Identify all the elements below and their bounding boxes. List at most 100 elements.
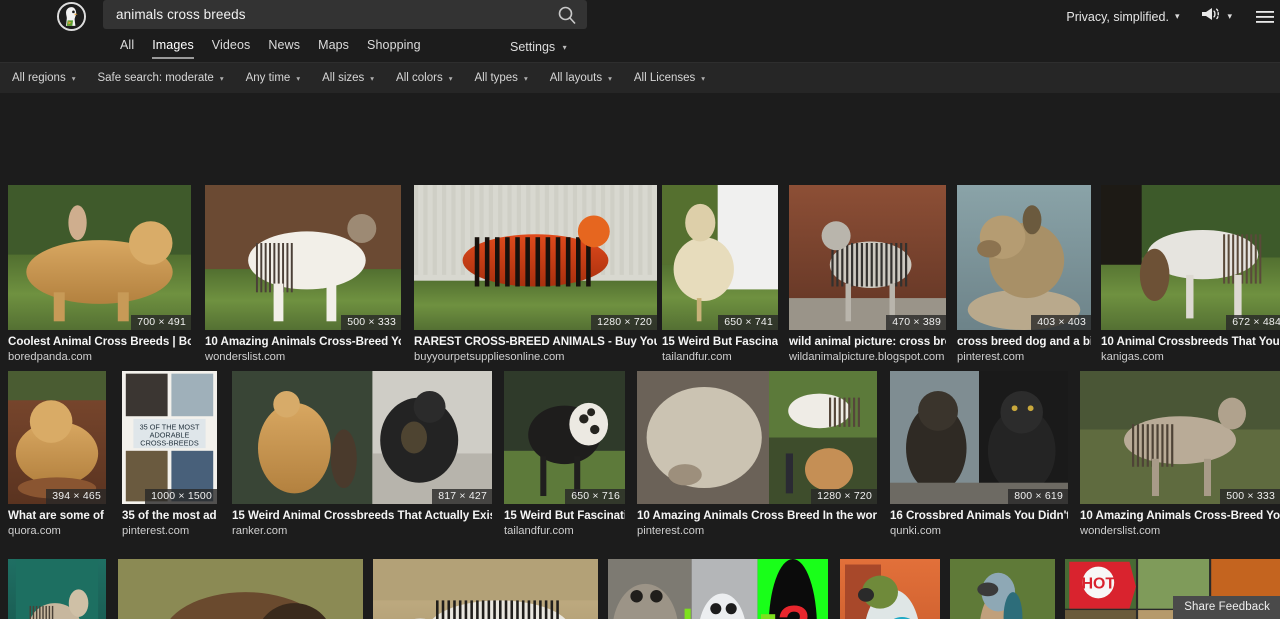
tab-all[interactable]: All [120, 38, 134, 57]
result-source-domain[interactable]: wonderslist.com [1080, 525, 1280, 537]
image-result-tile[interactable]: 403 × 403 cross breed dog and a bir... pin… [957, 185, 1091, 363]
image-result-tile[interactable]: 357 × 400 [840, 559, 940, 619]
image-result-tile[interactable]: 394 × 465 What are some of t... quora.com [8, 371, 106, 537]
result-source-domain[interactable]: wildanimalpicture.blogspot.com [789, 351, 946, 363]
result-title[interactable]: What are some of t... [8, 509, 106, 522]
result-source-domain[interactable]: tailandfur.com [504, 525, 625, 537]
result-thumbnail[interactable]: 403 × 403 [957, 185, 1091, 330]
result-source-domain[interactable]: pinterest.com [122, 525, 217, 537]
result-thumbnail[interactable]: 740 × 416 [373, 559, 598, 619]
result-thumbnail[interactable]: 650 × 292 [118, 559, 363, 619]
hamburger-menu-icon[interactable] [1256, 10, 1274, 24]
search-icon[interactable] [557, 5, 577, 25]
image-result-tile[interactable]: 500 × 752 [950, 559, 1055, 619]
result-thumbnail[interactable]: 35 OF THE MOST ADORABLE CROSS-BREEDS 1000… [122, 371, 217, 504]
result-thumbnail[interactable]: 680 × 844 [8, 559, 106, 619]
result-title[interactable]: 16 Crossbred Animals You Didn't Kn... [890, 509, 1068, 522]
result-source-domain[interactable]: pinterest.com [957, 351, 1091, 363]
result-title[interactable]: 35 of the most ad... [122, 509, 217, 522]
result-source-domain[interactable]: kanigas.com [1101, 351, 1280, 363]
image-result-tile[interactable]: 470 × 389 wild animal picture: cross bree… [789, 185, 946, 363]
result-title[interactable]: RAREST CROSS-BREED ANIMALS - Buy Your Pe… [414, 335, 657, 348]
chevron-down-icon: ▾ [448, 73, 453, 83]
tab-news[interactable]: News [268, 38, 300, 57]
megaphone-icon [1201, 7, 1221, 26]
result-thumbnail[interactable]: 394 × 465 [8, 371, 106, 504]
filter-layouts-label: All layouts [549, 72, 603, 84]
result-source-domain[interactable]: buyyourpetsuppliesonline.com [414, 351, 657, 363]
result-title[interactable]: Coolest Animal Cross Breeds | Bored ... [8, 335, 191, 348]
filter-colors-label: All colors [396, 72, 443, 84]
filter-sizes[interactable]: All sizes ▾ [322, 72, 374, 84]
result-title[interactable]: wild animal picture: cross breed... [789, 335, 946, 348]
image-result-tile[interactable]: 500 × 333 10 Amazing Animals Cross-Breed … [1080, 371, 1280, 537]
result-thumbnail[interactable]: 817 × 427 [232, 371, 492, 504]
result-title[interactable]: 15 Weird Animal Crossbreeds That Actuall… [232, 509, 492, 522]
tab-shopping[interactable]: Shopping [367, 38, 421, 57]
filter-colors[interactable]: All colors ▾ [396, 72, 452, 84]
result-thumbnail[interactable]: 500 × 333 [205, 185, 401, 330]
image-result-tile[interactable]: 700 × 491 Coolest Animal Cross Breeds | B… [8, 185, 191, 363]
filter-regions[interactable]: All regions ▾ [12, 72, 75, 84]
duckduckgo-logo-icon[interactable] [57, 2, 86, 31]
image-result-tile[interactable]: 1280 × 720 10 Amazing Animals Cross Breed… [637, 371, 877, 537]
image-result-tile[interactable]: 740 × 416 [373, 559, 598, 619]
image-result-tile[interactable]: 35 OF THE MOST ADORABLE CROSS-BREEDS 1000… [122, 371, 217, 537]
result-thumbnail[interactable]: 1280 × 720 [414, 185, 657, 330]
result-thumbnail[interactable]: 500 × 333 [1080, 371, 1280, 504]
settings-dropdown[interactable]: Settings ▾ [510, 40, 567, 54]
result-source-domain[interactable]: ranker.com [232, 525, 492, 537]
result-title[interactable]: 10 Amazing Animals Cross-Breed You Wo... [1080, 509, 1280, 522]
image-dimensions-badge: 500 × 333 [1220, 489, 1280, 504]
result-title[interactable]: cross breed dog and a bir... [957, 335, 1091, 348]
tab-images[interactable]: Images [152, 38, 194, 59]
image-result-tile[interactable]: 650 × 716 15 Weird But Fascinatin... taila… [504, 371, 625, 537]
image-result-tile[interactable]: 680 × 844 [8, 559, 106, 619]
result-thumbnail[interactable]: ? 1280 × 720 [608, 559, 828, 619]
image-result-tile[interactable]: 817 × 427 15 Weird Animal Crossbreeds Tha… [232, 371, 492, 537]
image-dimensions-badge: 817 × 427 [432, 489, 492, 504]
filter-sizes-label: All sizes [322, 72, 365, 84]
image-result-tile[interactable]: 650 × 292 [118, 559, 363, 619]
search-bar[interactable] [103, 0, 587, 29]
filter-time[interactable]: Any time ▾ [246, 72, 301, 84]
result-source-domain[interactable]: boredpanda.com [8, 351, 191, 363]
tab-videos[interactable]: Videos [212, 38, 251, 57]
result-thumbnail[interactable]: 672 × 484 [1101, 185, 1280, 330]
filter-layouts[interactable]: All layouts ▾ [550, 72, 612, 84]
result-source-domain[interactable]: quora.com [8, 525, 106, 537]
result-thumbnail[interactable]: 500 × 752 [950, 559, 1055, 619]
result-thumbnail[interactable]: 800 × 619 [890, 371, 1068, 504]
image-result-tile[interactable]: 672 × 484 10 Animal Crossbreeds That You … [1101, 185, 1280, 363]
result-thumbnail[interactable]: 650 × 741 [662, 185, 778, 330]
result-title[interactable]: 10 Amazing Animals Cross Breed In the wo… [637, 509, 877, 522]
megaphone-dropdown[interactable]: ▾ [1201, 7, 1232, 26]
filter-licenses[interactable]: All Licenses ▾ [634, 72, 705, 84]
result-title[interactable]: 10 Amazing Animals Cross-Breed You W... [205, 335, 401, 348]
result-title[interactable]: 15 Weird But Fascinat... [662, 335, 778, 348]
result-thumbnail[interactable]: 1280 × 720 [637, 371, 877, 504]
result-title[interactable]: 15 Weird But Fascinatin... [504, 509, 625, 522]
image-result-tile[interactable]: 500 × 333 10 Amazing Animals Cross-Breed … [205, 185, 401, 363]
filter-types[interactable]: All types ▾ [474, 72, 527, 84]
result-thumbnail[interactable]: 700 × 491 [8, 185, 191, 330]
result-source-domain[interactable]: wonderslist.com [205, 351, 401, 363]
result-source-domain[interactable]: qunki.com [890, 525, 1068, 537]
image-result-tile[interactable]: ? 1280 × 720 [608, 559, 828, 619]
result-source-domain[interactable]: pinterest.com [637, 525, 877, 537]
image-dimensions-badge: 500 × 333 [341, 315, 401, 330]
filter-safesearch[interactable]: Safe search: moderate ▾ [97, 72, 223, 84]
result-title[interactable]: 10 Animal Crossbreeds That You Don'... [1101, 335, 1280, 348]
search-input[interactable] [116, 0, 536, 29]
tab-maps[interactable]: Maps [318, 38, 349, 57]
chevron-down-icon: ▾ [562, 43, 567, 52]
share-feedback-button[interactable]: Share Feedback [1173, 596, 1280, 619]
result-thumbnail[interactable]: 470 × 389 [789, 185, 946, 330]
image-result-tile[interactable]: 650 × 741 15 Weird But Fascinat... tailand… [662, 185, 778, 363]
privacy-simplified-dropdown[interactable]: Privacy, simplified. ▾ [1066, 10, 1179, 24]
result-thumbnail[interactable]: 650 × 716 [504, 371, 625, 504]
image-result-tile[interactable]: 800 × 619 16 Crossbred Animals You Didn't… [890, 371, 1068, 537]
result-source-domain[interactable]: tailandfur.com [662, 351, 778, 363]
result-thumbnail[interactable]: 357 × 400 [840, 559, 940, 619]
image-result-tile[interactable]: 1280 × 720 RAREST CROSS-BREED ANIMALS - B… [414, 185, 657, 363]
